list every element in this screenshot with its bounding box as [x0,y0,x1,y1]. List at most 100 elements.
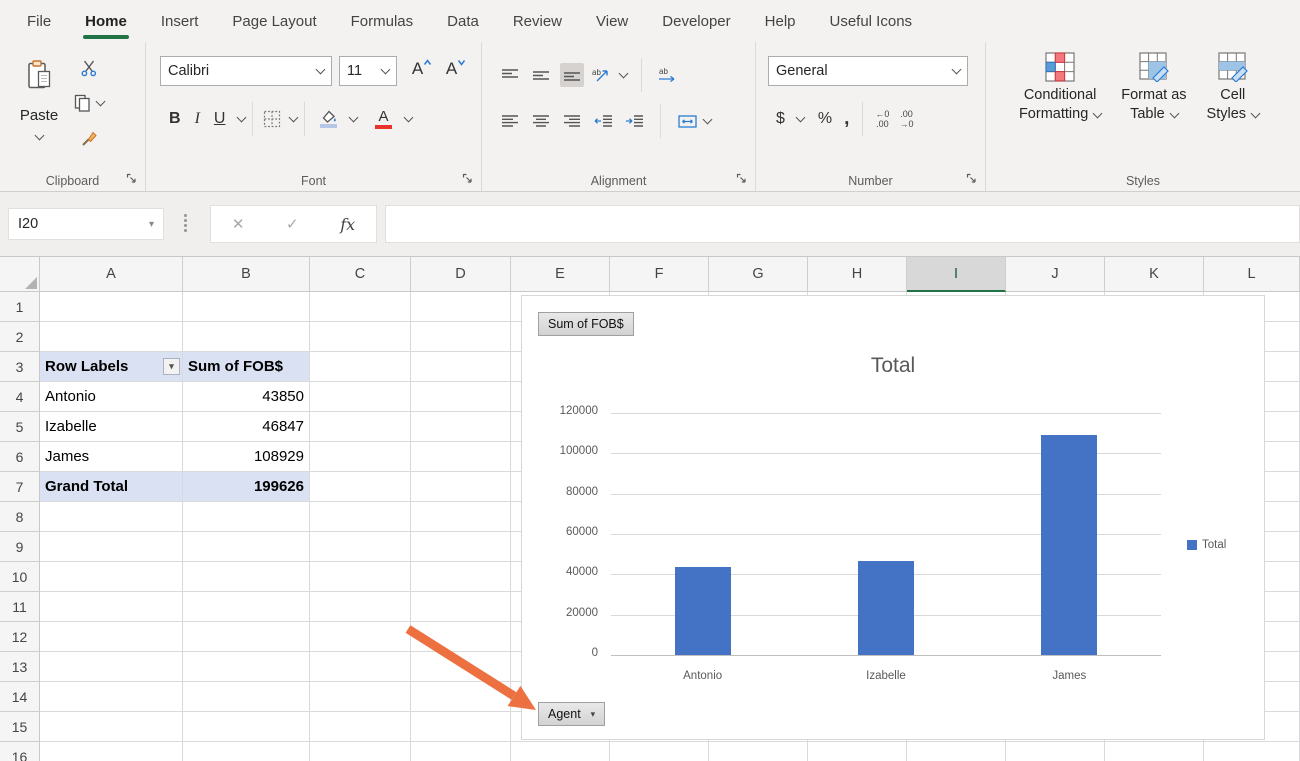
cell-D3[interactable] [411,352,511,382]
cell-D5[interactable] [411,412,511,442]
ribbon-tab-useful-icons[interactable]: Useful Icons [813,0,930,42]
cell-L16[interactable] [1204,742,1300,761]
cell-D1[interactable] [411,292,511,322]
ribbon-tab-file[interactable]: File [10,0,68,42]
row-header-4[interactable]: 4 [0,382,40,412]
cell-A15[interactable] [40,712,183,742]
cell-D10[interactable] [411,562,511,592]
cell-H16[interactable] [808,742,907,761]
ribbon-tab-review[interactable]: Review [496,0,579,42]
paste-button[interactable]: Paste [8,52,70,166]
cell-A10[interactable] [40,562,183,592]
bold-button[interactable]: B [162,107,188,131]
ribbon-tab-insert[interactable]: Insert [144,0,216,42]
font-name-select[interactable]: Calibri [160,56,332,86]
row-header-11[interactable]: 11 [0,592,40,622]
cell-B9[interactable] [183,532,310,562]
cell-C16[interactable] [310,742,411,761]
cell-D4[interactable] [411,382,511,412]
cell-J16[interactable] [1006,742,1105,761]
cell-B4[interactable]: 43850 [183,382,310,412]
cell-A16[interactable] [40,742,183,761]
copy-button[interactable] [74,91,104,115]
bar-james[interactable] [1041,435,1097,655]
column-header-C[interactable]: C [310,257,411,292]
cell-C9[interactable] [310,532,411,562]
cell-B5[interactable]: 46847 [183,412,310,442]
column-header-F[interactable]: F [610,257,709,292]
ribbon-tab-page-layout[interactable]: Page Layout [215,0,333,42]
fill-color-button[interactable] [312,107,344,131]
dialog-launcher-icon[interactable] [735,172,748,185]
cell-A11[interactable] [40,592,183,622]
name-box[interactable]: I20 ▾ [8,208,164,240]
cancel-button[interactable]: ✕ [232,215,245,233]
row-header-8[interactable]: 8 [0,502,40,532]
ribbon-tab-view[interactable]: View [579,0,645,42]
row-header-16[interactable]: 16 [0,742,40,761]
cell-A9[interactable] [40,532,183,562]
decrease-decimal-button[interactable]: .00 →0 [894,109,918,129]
cell-A4[interactable]: Antonio [40,382,183,412]
cell-styles-button[interactable]: Cell Styles [1199,50,1268,126]
row-header-5[interactable]: 5 [0,412,40,442]
cell-D16[interactable] [411,742,511,761]
ribbon-tab-formulas[interactable]: Formulas [334,0,431,42]
cell-A1[interactable] [40,292,183,322]
enter-button[interactable]: ✓ [286,215,299,233]
column-header-D[interactable]: D [411,257,511,292]
align-top-button[interactable] [498,63,522,87]
cell-C10[interactable] [310,562,411,592]
cell-B7[interactable]: 199626 [183,472,310,502]
cell-E16[interactable] [511,742,610,761]
font-color-button[interactable]: A [367,107,399,131]
cell-D2[interactable] [411,322,511,352]
column-header-E[interactable]: E [511,257,610,292]
cell-D7[interactable] [411,472,511,502]
accounting-format-button[interactable]: $ [770,110,791,128]
italic-button[interactable]: I [188,107,207,131]
increase-font-size-button[interactable]: A [405,59,439,83]
ribbon-tab-home[interactable]: Home [68,0,144,42]
cell-D8[interactable] [411,502,511,532]
cell-B6[interactable]: 108929 [183,442,310,472]
cell-A8[interactable] [40,502,183,532]
underline-button[interactable]: U [207,107,233,131]
row-header-15[interactable]: 15 [0,712,40,742]
decrease-indent-button[interactable] [591,109,615,133]
cell-B11[interactable] [183,592,310,622]
cell-C2[interactable] [310,322,411,352]
chart-value-field-button[interactable]: Sum of FOB$ [538,312,634,336]
borders-button[interactable] [260,107,284,131]
percent-style-button[interactable]: % [812,110,838,128]
cell-B16[interactable] [183,742,310,761]
cell-G16[interactable] [709,742,808,761]
bar-antonio[interactable] [675,567,731,655]
select-all-button[interactable] [0,257,40,292]
row-header-14[interactable]: 14 [0,682,40,712]
chart-legend[interactable]: Total [1187,539,1226,551]
cell-B14[interactable] [183,682,310,712]
cell-C8[interactable] [310,502,411,532]
row-header-6[interactable]: 6 [0,442,40,472]
row-header-13[interactable]: 13 [0,652,40,682]
chart-title[interactable]: Total [522,354,1264,378]
row-header-12[interactable]: 12 [0,622,40,652]
column-header-G[interactable]: G [709,257,808,292]
ribbon-tab-developer[interactable]: Developer [645,0,747,42]
formula-input[interactable] [385,205,1300,243]
cell-B1[interactable] [183,292,310,322]
wrap-text-button[interactable]: ab [656,63,680,87]
row-header-1[interactable]: 1 [0,292,40,322]
cell-B8[interactable] [183,502,310,532]
cell-B12[interactable] [183,622,310,652]
format-painter-button[interactable] [74,126,104,150]
cell-A12[interactable] [40,622,183,652]
row-header-3[interactable]: 3 [0,352,40,382]
cell-C3[interactable] [310,352,411,382]
increase-indent-button[interactable] [622,109,646,133]
cell-A5[interactable]: Izabelle [40,412,183,442]
column-header-H[interactable]: H [808,257,907,292]
dialog-launcher-icon[interactable] [965,172,978,185]
row-header-2[interactable]: 2 [0,322,40,352]
